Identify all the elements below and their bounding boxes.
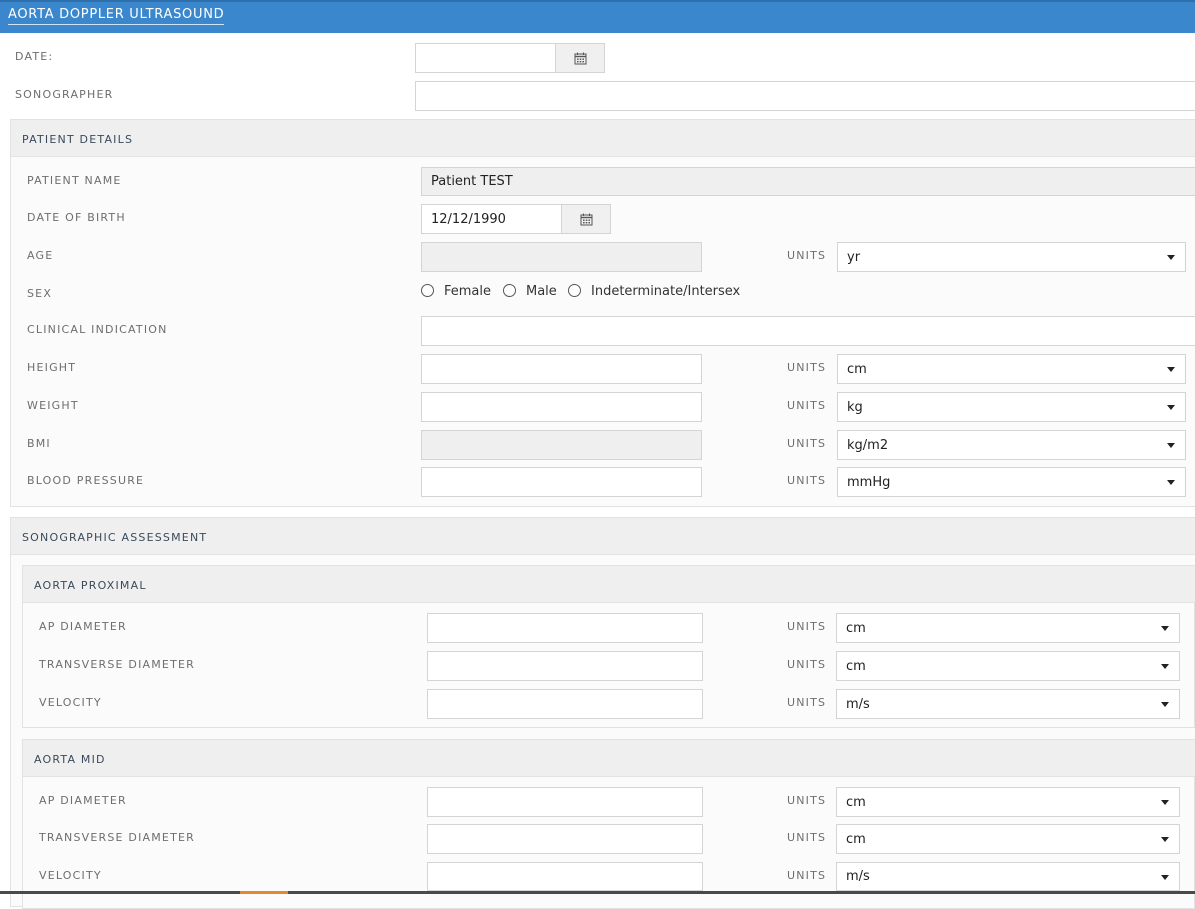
mid-transverse-diameter-label: TRANSVERSE DIAMETER [39,831,195,844]
blood-pressure-label: BLOOD PRESSURE [27,474,145,487]
chevron-down-icon [1161,702,1169,707]
sex-radio-female[interactable] [421,284,434,297]
height-units-label: UNITS [787,361,827,374]
chevron-down-icon [1167,480,1175,485]
calendar-icon [580,213,592,225]
dob-input[interactable]: 12/12/1990 [421,204,563,234]
aorta-proximal-header [23,566,1195,603]
mid-transverse-diameter-input[interactable] [427,824,703,854]
aorta-proximal-title: AORTA PROXIMAL [34,579,147,592]
chevron-down-icon [1167,255,1175,260]
clinical-indication-label: CLINICAL INDICATION [27,323,168,336]
sonographer-label: SONOGRAPHER [15,88,114,101]
weight-units-label: UNITS [787,399,827,412]
proximal-transverse-diameter-input[interactable] [427,651,703,681]
height-input[interactable] [421,354,702,384]
mid-velocity-units-select[interactable]: m/s [836,862,1180,891]
weight-input[interactable] [421,392,702,422]
proximal-velocity-units-select[interactable]: m/s [836,689,1180,719]
proximal-transverse-diameter-label: TRANSVERSE DIAMETER [39,658,195,671]
chevron-down-icon [1167,367,1175,372]
sex-option-intersex: Indeterminate/Intersex [591,284,741,299]
mid-ap-diameter-input[interactable] [427,787,703,817]
proximal-trans-units-label: UNITS [787,658,827,671]
bmi-label: BMI [27,437,51,450]
mid-ap-units-label: UNITS [787,794,827,807]
sonographer-input[interactable] [415,81,1195,111]
aorta-mid-title: AORTA MID [34,753,106,766]
bmi-units-label: UNITS [787,437,827,450]
chevron-down-icon [1161,626,1169,631]
patient-details-header [11,120,1195,157]
weight-units-select[interactable]: kg [837,392,1186,422]
sonographic-assessment-title: SONOGRAPHIC ASSESSMENT [22,531,208,544]
clinical-indication-input[interactable] [421,316,1195,346]
patient-details-title: PATIENT DETAILS [22,133,134,146]
chevron-down-icon [1161,874,1169,880]
sex-radio-male[interactable] [503,284,516,297]
date-picker-button[interactable] [555,43,605,73]
sex-option-male: Male [526,284,557,299]
bmi-units-select[interactable]: kg/m2 [837,430,1186,460]
proximal-velocity-units-value: m/s [846,696,870,712]
age-units-select[interactable]: yr [837,242,1186,272]
weight-label: WEIGHT [27,399,79,412]
proximal-trans-units-value: cm [846,658,866,674]
height-label: HEIGHT [27,361,77,374]
bmi-units-value: kg/m2 [847,437,889,453]
mid-ap-units-value: cm [846,794,866,810]
mid-trans-units-value: cm [846,831,866,847]
mid-velocity-units-value: m/s [846,869,870,884]
age-units-value: yr [847,249,861,265]
calendar-icon [574,52,586,64]
chevron-down-icon [1161,664,1169,669]
bmi-field [421,430,702,460]
date-label: DATE: [15,50,54,63]
proximal-ap-diameter-input[interactable] [427,613,703,643]
mid-ap-units-select[interactable]: cm [836,787,1180,817]
page-title: AORTA DOPPLER ULTRASOUND [8,7,225,25]
age-label: AGE [27,249,54,262]
chevron-down-icon [1167,443,1175,448]
aorta-mid-header [23,740,1195,777]
age-units-label: UNITS [787,249,827,262]
weight-units-value: kg [847,399,863,415]
sex-label: SEX [27,287,53,300]
mid-trans-units-select[interactable]: cm [836,824,1180,854]
blood-pressure-units-value: mmHg [847,474,891,490]
proximal-ap-diameter-label: AP DIAMETER [39,620,127,633]
proximal-ap-units-label: UNITS [787,620,827,633]
blood-pressure-units-label: UNITS [787,474,827,487]
chevron-down-icon [1167,405,1175,410]
proximal-ap-units-value: cm [846,620,866,636]
mid-velocity-label: VELOCITY [39,869,102,882]
proximal-trans-units-select[interactable]: cm [836,651,1180,681]
proximal-velocity-input[interactable] [427,689,703,719]
height-units-select[interactable]: cm [837,354,1186,384]
mid-velocity-input[interactable] [427,862,703,891]
mid-velocity-units-label: UNITS [787,869,827,882]
height-units-value: cm [847,361,867,377]
mid-trans-units-label: UNITS [787,831,827,844]
dob-picker-button[interactable] [561,204,611,234]
dob-label: DATE OF BIRTH [27,211,126,224]
age-field [421,242,702,272]
proximal-velocity-label: VELOCITY [39,696,102,709]
date-input[interactable] [415,43,557,73]
app-header: AORTA DOPPLER ULTRASOUND [0,0,1195,33]
sex-option-female: Female [444,284,492,299]
proximal-velocity-units-label: UNITS [787,696,827,709]
mid-ap-diameter-label: AP DIAMETER [39,794,127,807]
proximal-ap-units-select[interactable]: cm [836,613,1180,643]
blood-pressure-input[interactable] [421,467,702,497]
patient-name-label: PATIENT NAME [27,174,122,187]
blood-pressure-units-select[interactable]: mmHg [837,467,1186,497]
chevron-down-icon [1161,837,1169,842]
chevron-down-icon [1161,800,1169,805]
patient-name-field: Patient TEST [421,167,1195,196]
sex-radio-intersex[interactable] [568,284,581,297]
